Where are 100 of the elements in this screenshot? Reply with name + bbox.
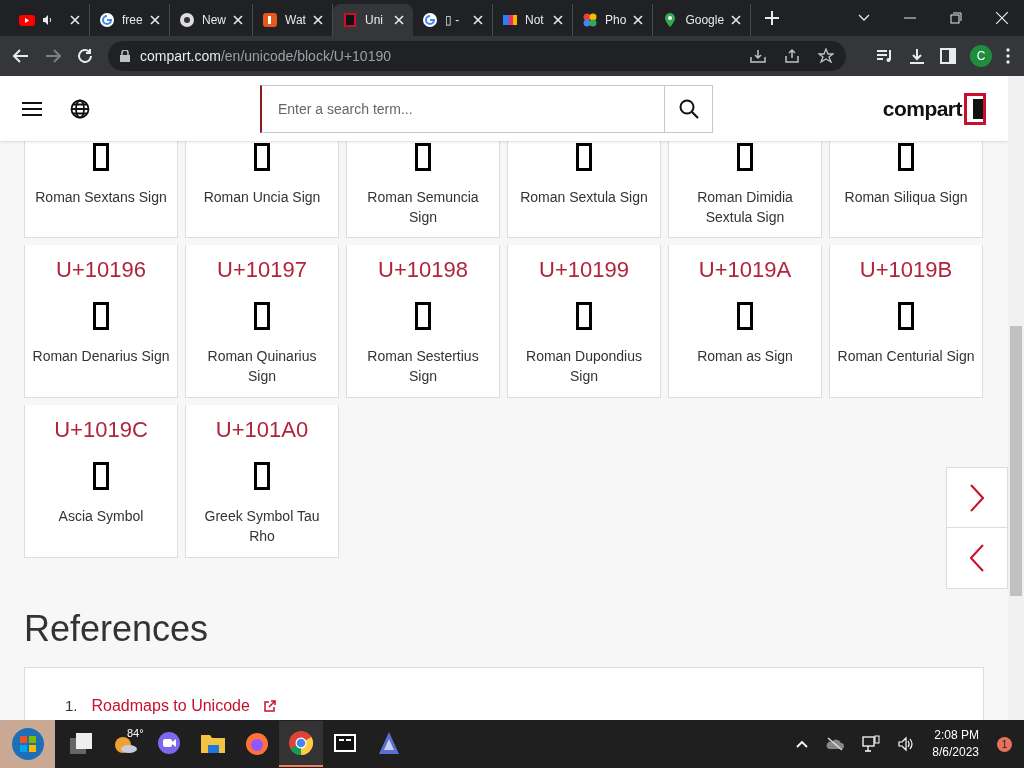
list-number: 1.: [65, 695, 78, 716]
glyph-box-icon: [254, 143, 270, 171]
taskbar-button[interactable]: [279, 721, 323, 767]
scrollbar-thumb[interactable]: [1010, 326, 1022, 596]
character-name: Ascia Symbol: [57, 507, 145, 526]
close-icon[interactable]: [553, 15, 563, 25]
chevron-down-icon[interactable]: [858, 14, 870, 22]
video-call-icon: [156, 730, 182, 756]
clock-time[interactable]: 2:08 PM: [934, 727, 979, 744]
volume-icon[interactable]: [898, 736, 915, 752]
glyph-box-icon: [737, 143, 753, 171]
character-card[interactable]: U+1019B Roman Centurial Sign: [829, 245, 983, 398]
code-point: U+1019C: [54, 416, 148, 444]
url-text: compart.com/en/unicode/block/U+10190: [140, 46, 392, 66]
character-card[interactable]: U+10197 Roman Quinarius Sign: [185, 245, 339, 398]
close-icon[interactable]: [394, 15, 404, 25]
logo-icon[interactable]: [964, 92, 986, 125]
close-icon[interactable]: [313, 15, 323, 25]
code-point: U+10196: [56, 256, 146, 284]
character-card[interactable]: U+1019C Ascia Symbol: [24, 405, 178, 558]
character-card[interactable]: U+101A0 Greek Symbol Tau Rho: [185, 405, 339, 558]
start-button[interactable]: [10, 727, 45, 761]
download-icon[interactable]: [908, 47, 926, 65]
character-card[interactable]: U+1019A Roman as Sign: [668, 245, 822, 398]
tab-title: New: [202, 12, 226, 29]
chevron-up-icon[interactable]: [796, 740, 809, 748]
glyph-box-icon: [737, 302, 753, 330]
address-bar[interactable]: compart.com/en/unicode/block/U+10190: [108, 41, 846, 71]
menu-icon[interactable]: [22, 100, 42, 117]
logo-text[interactable]: compart: [882, 92, 962, 125]
pinwheel-icon: [582, 12, 598, 28]
section-heading: References: [24, 607, 209, 651]
close-icon[interactable]: [70, 15, 80, 25]
clock-date[interactable]: 8/6/2023: [932, 744, 979, 761]
glyph-box-icon: [576, 302, 592, 330]
character-card[interactable]: Roman Sextula Sign: [507, 141, 661, 238]
glyph-box-icon: [898, 143, 914, 171]
character-card[interactable]: Roman Siliqua Sign: [829, 141, 983, 238]
browser-tab[interactable]: Uni: [333, 4, 413, 36]
character-name: Roman Dimidia Sextula Sign: [696, 188, 794, 227]
restore-icon[interactable]: [950, 12, 962, 24]
search-button[interactable]: [665, 84, 713, 133]
new-tab-icon[interactable]: [765, 11, 780, 25]
chevron-left-icon: [970, 544, 984, 572]
code-point: U+1019B: [859, 256, 953, 284]
forward-icon[interactable]: [44, 47, 62, 65]
close-icon[interactable]: [731, 15, 742, 25]
character-card[interactable]: Roman Dimidia Sextula Sign: [668, 141, 822, 238]
tab-title: ▯ -: [445, 12, 461, 29]
search-icon: [678, 98, 699, 119]
menu-icon[interactable]: [1006, 48, 1010, 64]
close-icon[interactable]: [150, 15, 160, 25]
glyph-box-icon: [254, 462, 270, 490]
google-icon: [99, 12, 115, 28]
share-icon[interactable]: [784, 48, 800, 64]
code-point: U+101A0: [215, 416, 309, 444]
profile-avatar[interactable]: C: [970, 45, 992, 67]
back-icon[interactable]: [12, 47, 30, 65]
character-name: Roman Sextans Sign: [34, 188, 168, 207]
tab-title: Wat: [285, 12, 306, 29]
code-point: U+10198: [378, 256, 468, 284]
glyph-box-icon: [576, 143, 592, 171]
media-icon[interactable]: [876, 48, 894, 64]
character-card[interactable]: Roman Semuncia Sign: [346, 141, 500, 238]
character-card[interactable]: U+10199 Roman Dupondius Sign: [507, 245, 661, 398]
tab-title: Uni: [365, 12, 385, 29]
browser-icon: [179, 12, 195, 28]
globe-icon[interactable]: [70, 98, 90, 119]
stacked-windows-icon: [68, 730, 94, 756]
glyph-box-icon: [93, 462, 109, 490]
scrollbar[interactable]: [1008, 76, 1024, 720]
character-card[interactable]: Roman Uncia Sign: [185, 141, 339, 238]
reload-icon[interactable]: [76, 47, 94, 65]
search-field[interactable]: Enter a search term...: [260, 84, 665, 133]
tab-title: Not: [525, 12, 545, 29]
close-icon[interactable]: [633, 15, 644, 25]
network-icon[interactable]: [862, 735, 881, 753]
close-icon[interactable]: [473, 15, 483, 25]
triangle-icon: [376, 730, 402, 756]
reference-link[interactable]: Roadmaps to Unicode: [91, 694, 250, 718]
star-icon[interactable]: [818, 48, 834, 64]
side-panel-icon[interactable]: [940, 48, 956, 64]
notification-badge[interactable]: 1: [997, 736, 1012, 752]
temperature-text: 84°: [127, 726, 144, 741]
close-icon[interactable]: [996, 12, 1008, 24]
code-point: U+1019A: [698, 256, 792, 284]
character-name: Roman Siliqua Sign: [843, 188, 969, 207]
speaker-icon[interactable]: [42, 14, 54, 26]
cloud-icon[interactable]: [826, 737, 845, 751]
google-icon: [422, 12, 438, 28]
character-card[interactable]: U+10196 Roman Denarius Sign: [24, 245, 178, 398]
character-card[interactable]: U+10198 Roman Sestertius Sign: [346, 245, 500, 398]
stripes-icon: [502, 12, 518, 28]
lock-icon: [120, 50, 130, 62]
character-name: Roman Centurial Sign: [836, 347, 976, 366]
character-card[interactable]: Roman Sextans Sign: [24, 141, 178, 238]
install-icon[interactable]: [750, 48, 766, 64]
taskbar-button[interactable]: 84°: [103, 721, 147, 767]
glyph-box-icon: [415, 302, 431, 330]
close-icon[interactable]: [233, 15, 243, 25]
